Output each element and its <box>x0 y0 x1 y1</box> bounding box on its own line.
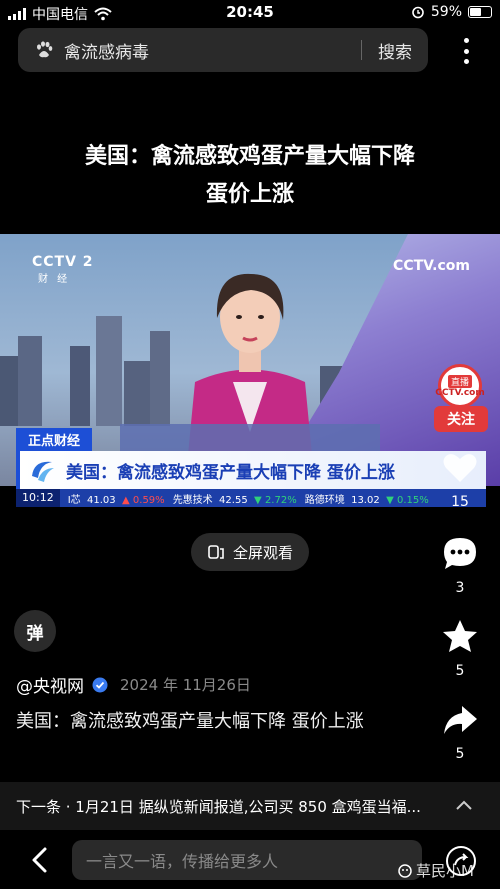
live-badge[interactable]: 直播 CCTV.com <box>432 364 488 408</box>
cctv-com-logo: CCTV.com <box>393 258 470 274</box>
back-icon[interactable] <box>28 846 52 874</box>
like-count: 15 <box>451 494 469 510</box>
author-row: @央视网 2024 年 11月26日 <box>16 672 251 697</box>
search-input[interactable]: 禽流感病毒 <box>64 38 361 63</box>
danmu-label: 弹 <box>26 623 44 644</box>
ticker-clock: 10:12 <box>16 489 60 507</box>
author-name[interactable]: @央视网 <box>16 672 84 697</box>
cctv2-logo: CCTV 2财 经 <box>32 254 94 285</box>
ticker-item: I芯 41.03 ▲ 0.59% <box>67 494 165 506</box>
favorite-count: 5 <box>455 663 465 679</box>
battery-percent: 59% <box>430 4 462 20</box>
video-title-line1: 美国：禽流感致鸡蛋产量大幅下降 <box>84 144 415 169</box>
next-video-bar[interactable]: 下一条 · 1月21日 据纵览新闻报道,公司买 850 盒鸡蛋当福... <box>0 782 500 830</box>
search-button[interactable]: 搜索 <box>362 38 428 63</box>
program-tag: 正点财经 <box>16 428 93 451</box>
fullscreen-button[interactable]: 全屏观看 <box>191 533 309 571</box>
heart-icon <box>443 454 477 482</box>
watermark-logo-icon <box>398 863 412 878</box>
baidu-paw-icon <box>37 41 53 58</box>
video-title: 美国：禽流感致鸡蛋产量大幅下降 蛋价上涨 <box>0 138 500 214</box>
like-action[interactable]: 15 <box>430 448 490 510</box>
next-video-text: 下一条 · 1月21日 据纵览新闻报道,公司买 850 盒鸡蛋当福... <box>16 797 421 816</box>
share-arrow-icon <box>444 706 477 734</box>
ticker-item: 先惠技术 42.55 ▼ 2.72% <box>172 494 297 506</box>
comment-input[interactable]: 一言又一语，传播给更多人 <box>72 840 422 880</box>
more-options-icon[interactable] <box>462 38 470 64</box>
status-bar: 中国电信 20:45 59% <box>0 0 500 26</box>
video-title-line2: 蛋价上涨 <box>205 182 294 207</box>
fullscreen-label: 全屏观看 <box>232 543 293 562</box>
danmu-toggle-button[interactable]: 弹 <box>14 610 56 652</box>
live-tag: 直播 <box>447 374 472 388</box>
post-description: 美国：禽流感致鸡蛋产量大幅下降 蛋价上涨 <box>16 711 364 732</box>
post-date: 2024 年 11月26日 <box>120 676 251 694</box>
search-bar[interactable]: 禽流感病毒 搜索 <box>18 28 428 72</box>
lower-third-banner: 美国：禽流感致鸡蛋产量大幅下降 蛋价上涨 <box>16 451 486 489</box>
favorite-action[interactable]: 5 <box>430 617 490 679</box>
lower-third-text: 美国：禽流感致鸡蛋产量大幅下降 蛋价上涨 <box>66 462 395 483</box>
news-lower-third: 正点财经 美国：禽流感致鸡蛋产量大幅下降 蛋价上涨 10:12 I芯 41.03… <box>16 428 486 507</box>
share-action[interactable]: 5 <box>430 700 490 762</box>
fullscreen-icon <box>208 545 224 559</box>
share-count: 5 <box>455 746 465 762</box>
comment-count: 3 <box>455 580 465 596</box>
chevron-up-icon[interactable] <box>454 796 474 816</box>
program-logo-icon <box>32 461 54 482</box>
comment-icon <box>444 538 476 569</box>
battery-icon <box>468 6 492 18</box>
ticker-item: 路德环境 13.02 ▼ 0.15% <box>304 494 429 506</box>
live-brand: CCTV.com <box>435 387 485 398</box>
verified-badge-icon <box>92 677 108 692</box>
watermark: 草民小M <box>398 860 474 881</box>
stock-ticker: 10:12 I芯 41.03 ▲ 0.59% 先惠技术 42.55 ▼ 2.72… <box>16 489 486 507</box>
comment-action[interactable]: 3 <box>430 534 490 596</box>
star-icon <box>443 620 477 652</box>
alarm-icon <box>412 6 424 19</box>
